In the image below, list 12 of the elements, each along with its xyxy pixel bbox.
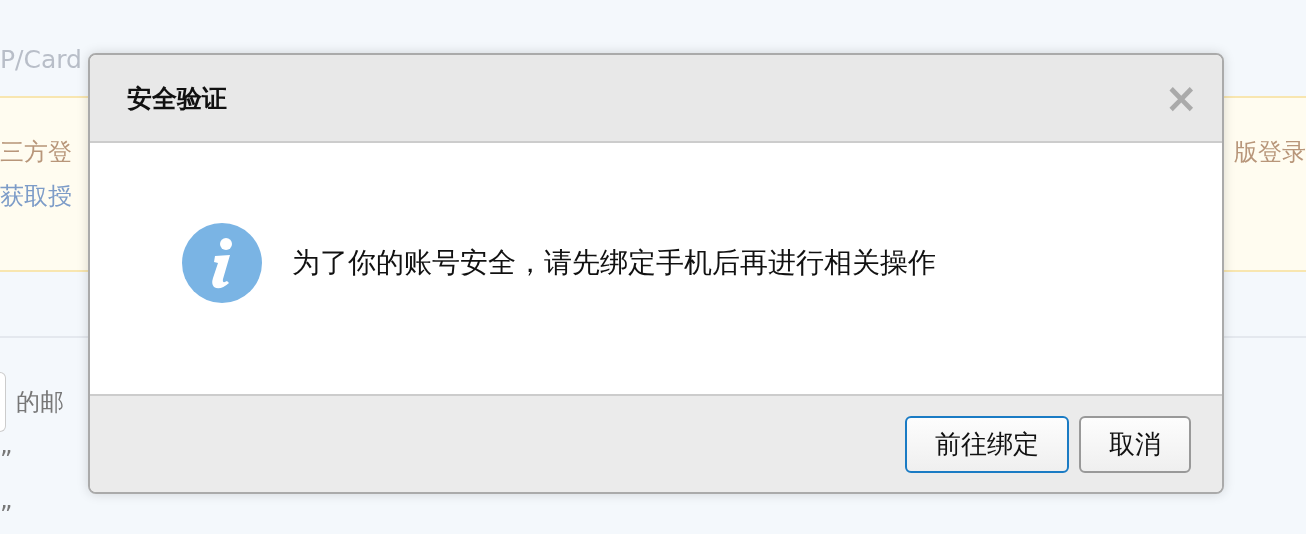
dialog-title: 安全验证 <box>127 82 227 115</box>
quote-text: ” <box>0 445 13 476</box>
quote-text: ” <box>0 500 13 531</box>
email-label: 的邮 <box>16 387 64 418</box>
dialog-message: 为了你的账号安全，请先绑定手机后再进行相关操作 <box>292 244 936 281</box>
notice-text: 版登录 <box>1234 137 1306 168</box>
info-icon <box>182 222 262 303</box>
info-text: P/Card <box>0 44 83 76</box>
input-field[interactable] <box>0 372 6 432</box>
cancel-button[interactable]: 取消 <box>1079 415 1191 473</box>
bind-button[interactable]: 前往绑定 <box>905 415 1069 473</box>
notice-text: 三方登 <box>0 137 72 168</box>
